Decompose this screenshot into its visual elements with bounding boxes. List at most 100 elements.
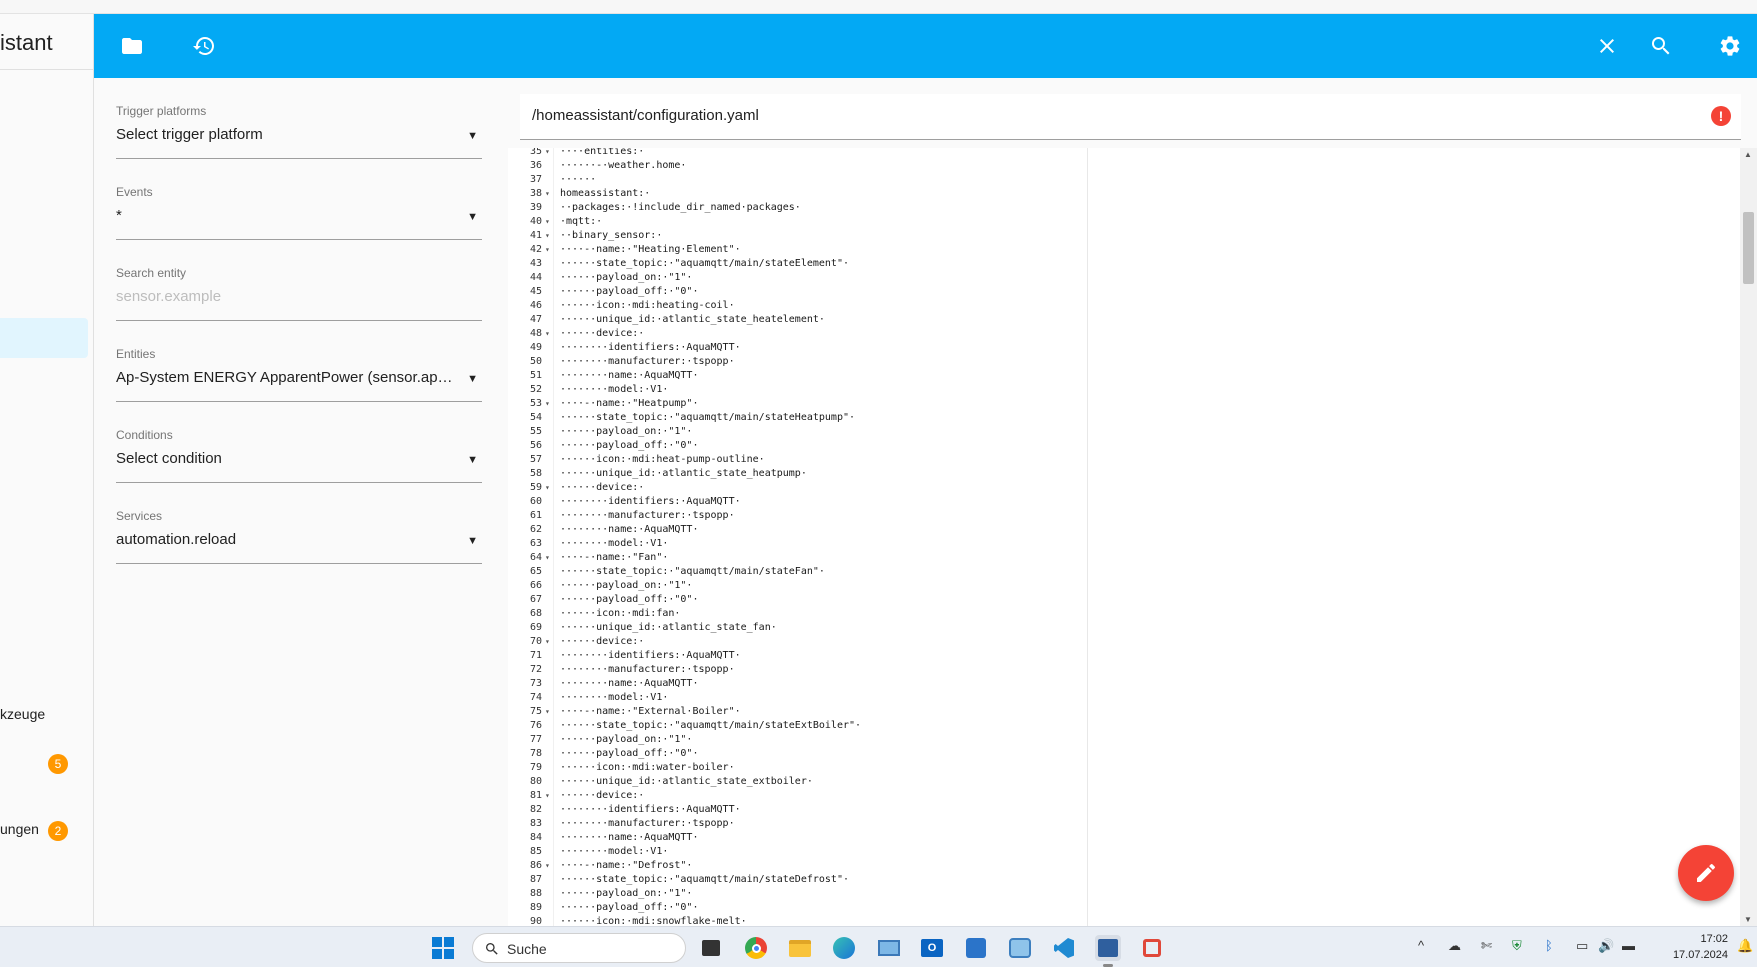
history-button[interactable] (188, 30, 220, 62)
code-line[interactable]: 72 ········manufacturer:·tspopp· (508, 663, 1740, 677)
bluetooth-icon[interactable]: ᛒ (1545, 938, 1553, 953)
scroll-up-arrow-icon[interactable]: ▲ (1744, 150, 1752, 159)
code-line[interactable]: 40 ▾ ·mqtt:· (508, 215, 1740, 229)
code-line[interactable]: 53 ▾ ····-·name:·"Heatpump"· (508, 397, 1740, 411)
code-line[interactable]: 38 ▾ homeassistant:· (508, 187, 1740, 201)
outlook-icon[interactable]: O (919, 935, 945, 961)
code-line[interactable]: 50 ········manufacturer:·tspopp· (508, 355, 1740, 369)
fold-arrow-icon[interactable]: ▾ (545, 397, 550, 411)
code-line[interactable]: 71 ········identifiers:·AquaMQTT· (508, 649, 1740, 663)
code-line[interactable]: 75 ▾ ····-·name:·"External·Boiler"· (508, 705, 1740, 719)
code-line[interactable]: 88 ······payload_on:·"1"· (508, 887, 1740, 901)
fold-arrow-icon[interactable]: ▾ (545, 148, 550, 159)
network-app-icon[interactable] (1007, 935, 1033, 961)
code-editor[interactable]: 35 ▾ ····entities:· 36 ······-·weather.home·… (508, 148, 1740, 926)
tray-overflow-icon[interactable]: ^ (1418, 938, 1424, 953)
code-line[interactable]: 73 ········name:·AquaMQTT· (508, 677, 1740, 691)
sidebar-notification-badge[interactable]: 5 (48, 754, 68, 774)
fold-arrow-icon[interactable]: ▾ (545, 789, 550, 803)
notification-bell-icon[interactable]: 🔔 (1737, 938, 1753, 954)
close-file-button[interactable] (1591, 30, 1623, 62)
code-line[interactable]: 45 ······payload_off:·"0"· (508, 285, 1740, 299)
code-line[interactable]: 51 ········name:·AquaMQTT· (508, 369, 1740, 383)
code-line[interactable]: 80 ······unique_id:·atlantic_state_extboi… (508, 775, 1740, 789)
battery-icon[interactable]: ▬ (1622, 938, 1635, 953)
code-line[interactable]: 84 ········name:·AquaMQTT· (508, 831, 1740, 845)
fold-arrow-icon[interactable]: ▾ (545, 481, 550, 495)
code-line[interactable]: 68 ······icon:·mdi:fan· (508, 607, 1740, 621)
code-line[interactable]: 63 ········model:·V1· (508, 537, 1740, 551)
code-line[interactable]: 86 ▾ ····-·name:·"Defrost"· (508, 859, 1740, 873)
code-line[interactable]: 48 ▾ ······device:· (508, 327, 1740, 341)
fold-arrow-icon[interactable]: ▾ (545, 551, 550, 565)
tray-tool-icon[interactable]: ✄ (1481, 938, 1492, 954)
code-line[interactable]: 64 ▾ ····-·name:·"Fan"· (508, 551, 1740, 565)
code-line[interactable]: 47 ······unique_id:·atlantic_state_heatel… (508, 313, 1740, 327)
fold-arrow-icon[interactable]: ▾ (545, 859, 550, 873)
sidebar-item-tools[interactable]: kzeuge (0, 706, 45, 722)
app-icon[interactable] (963, 935, 989, 961)
code-line[interactable]: 79 ······icon:·mdi:water-boiler· (508, 761, 1740, 775)
volume-icon[interactable]: 🔊 (1598, 938, 1614, 954)
code-line[interactable]: 90 ······icon:·mdi:snowflake-melt· (508, 915, 1740, 926)
fold-arrow-icon[interactable]: ▾ (545, 635, 550, 649)
code-line[interactable]: 44 ······payload_on:·"1"· (508, 271, 1740, 285)
code-line[interactable]: 49 ········identifiers:·AquaMQTT· (508, 341, 1740, 355)
code-line[interactable]: 60 ········identifiers:·AquaMQTT· (508, 495, 1740, 509)
task-view-icon[interactable] (698, 935, 724, 961)
editor-scrollbar[interactable]: ▲ ▼ (1740, 148, 1757, 926)
fold-arrow-icon[interactable]: ▾ (545, 705, 550, 719)
search-button[interactable] (1645, 30, 1677, 62)
code-line[interactable]: 62 ········name:·AquaMQTT· (508, 523, 1740, 537)
code-line[interactable]: 58 ······unique_id:·atlantic_state_heatpu… (508, 467, 1740, 481)
code-line[interactable]: 43 ······state_topic:·"aquamqtt/main/stat… (508, 257, 1740, 271)
remote-desktop-icon[interactable] (876, 935, 902, 961)
services-select[interactable]: Services automation.reload ▼ (116, 509, 482, 569)
edge-icon[interactable] (831, 935, 857, 961)
conditions-select[interactable]: Conditions Select condition ▼ (116, 428, 482, 488)
security-icon[interactable]: ⛨ (1512, 938, 1522, 954)
code-line[interactable]: 76 ······state_topic:·"aquamqtt/main/stat… (508, 719, 1740, 733)
code-line[interactable]: 36 ······-·weather.home· (508, 159, 1740, 173)
code-line[interactable]: 39 ··packages:·!include_dir_named·package… (508, 201, 1740, 215)
code-line[interactable]: 41 ▾ ··binary_sensor:· (508, 229, 1740, 243)
code-line[interactable]: 65 ······state_topic:·"aquamqtt/main/stat… (508, 565, 1740, 579)
vscode-icon[interactable] (1051, 935, 1077, 961)
file-explorer-icon[interactable] (787, 935, 813, 961)
code-line[interactable]: 57 ······icon:·mdi:heat-pump-outline· (508, 453, 1740, 467)
network-icon[interactable]: ▭ (1576, 938, 1588, 954)
fold-arrow-icon[interactable]: ▾ (545, 229, 550, 243)
events-select[interactable]: Events * ▼ (116, 185, 482, 245)
code-line[interactable]: 83 ········manufacturer:·tspopp· (508, 817, 1740, 831)
code-line[interactable]: 35 ▾ ····entities:· (508, 148, 1740, 159)
error-alert-icon[interactable]: ! (1711, 106, 1731, 126)
scroll-down-arrow-icon[interactable]: ▼ (1744, 915, 1752, 924)
fold-arrow-icon[interactable]: ▾ (545, 243, 550, 257)
code-line[interactable]: 69 ······unique_id:·atlantic_state_fan· (508, 621, 1740, 635)
browse-files-button[interactable] (116, 30, 148, 62)
code-line[interactable]: 37 ······ (508, 173, 1740, 187)
code-line[interactable]: 78 ······payload_off:·"0"· (508, 747, 1740, 761)
code-line[interactable]: 42 ▾ ····-·name:·"Heating·Element"· (508, 243, 1740, 257)
code-line[interactable]: 61 ········manufacturer:·tspopp· (508, 509, 1740, 523)
code-line[interactable]: 56 ······payload_off:·"0"· (508, 439, 1740, 453)
code-line[interactable]: 52 ········model:·V1· (508, 383, 1740, 397)
code-line[interactable]: 46 ······icon:·mdi:heating-coil· (508, 299, 1740, 313)
edit-fab-button[interactable] (1678, 845, 1734, 901)
entities-select[interactable]: Entities Ap-System ENERGY ApparentPower … (116, 347, 482, 407)
code-line[interactable]: 77 ······payload_on:·"1"· (508, 733, 1740, 747)
code-line[interactable]: 81 ▾ ······device:· (508, 789, 1740, 803)
code-line[interactable]: 55 ······payload_on:·"1"· (508, 425, 1740, 439)
code-line[interactable]: 85 ········model:·V1· (508, 845, 1740, 859)
sidebar-item-selected[interactable] (0, 318, 88, 358)
fold-arrow-icon[interactable]: ▾ (545, 327, 550, 341)
fold-arrow-icon[interactable]: ▾ (545, 187, 550, 201)
code-line[interactable]: 87 ······state_topic:·"aquamqtt/main/stat… (508, 873, 1740, 887)
settings-button[interactable] (1714, 30, 1746, 62)
code-line[interactable]: 70 ▾ ······device:· (508, 635, 1740, 649)
code-line[interactable]: 59 ▾ ······device:· (508, 481, 1740, 495)
code-line[interactable]: 89 ······payload_off:·"0"· (508, 901, 1740, 915)
snipping-tool-icon[interactable] (1139, 935, 1165, 961)
chrome-icon[interactable] (743, 935, 769, 961)
search-entity-input[interactable]: Search entity sensor.example (116, 266, 482, 326)
